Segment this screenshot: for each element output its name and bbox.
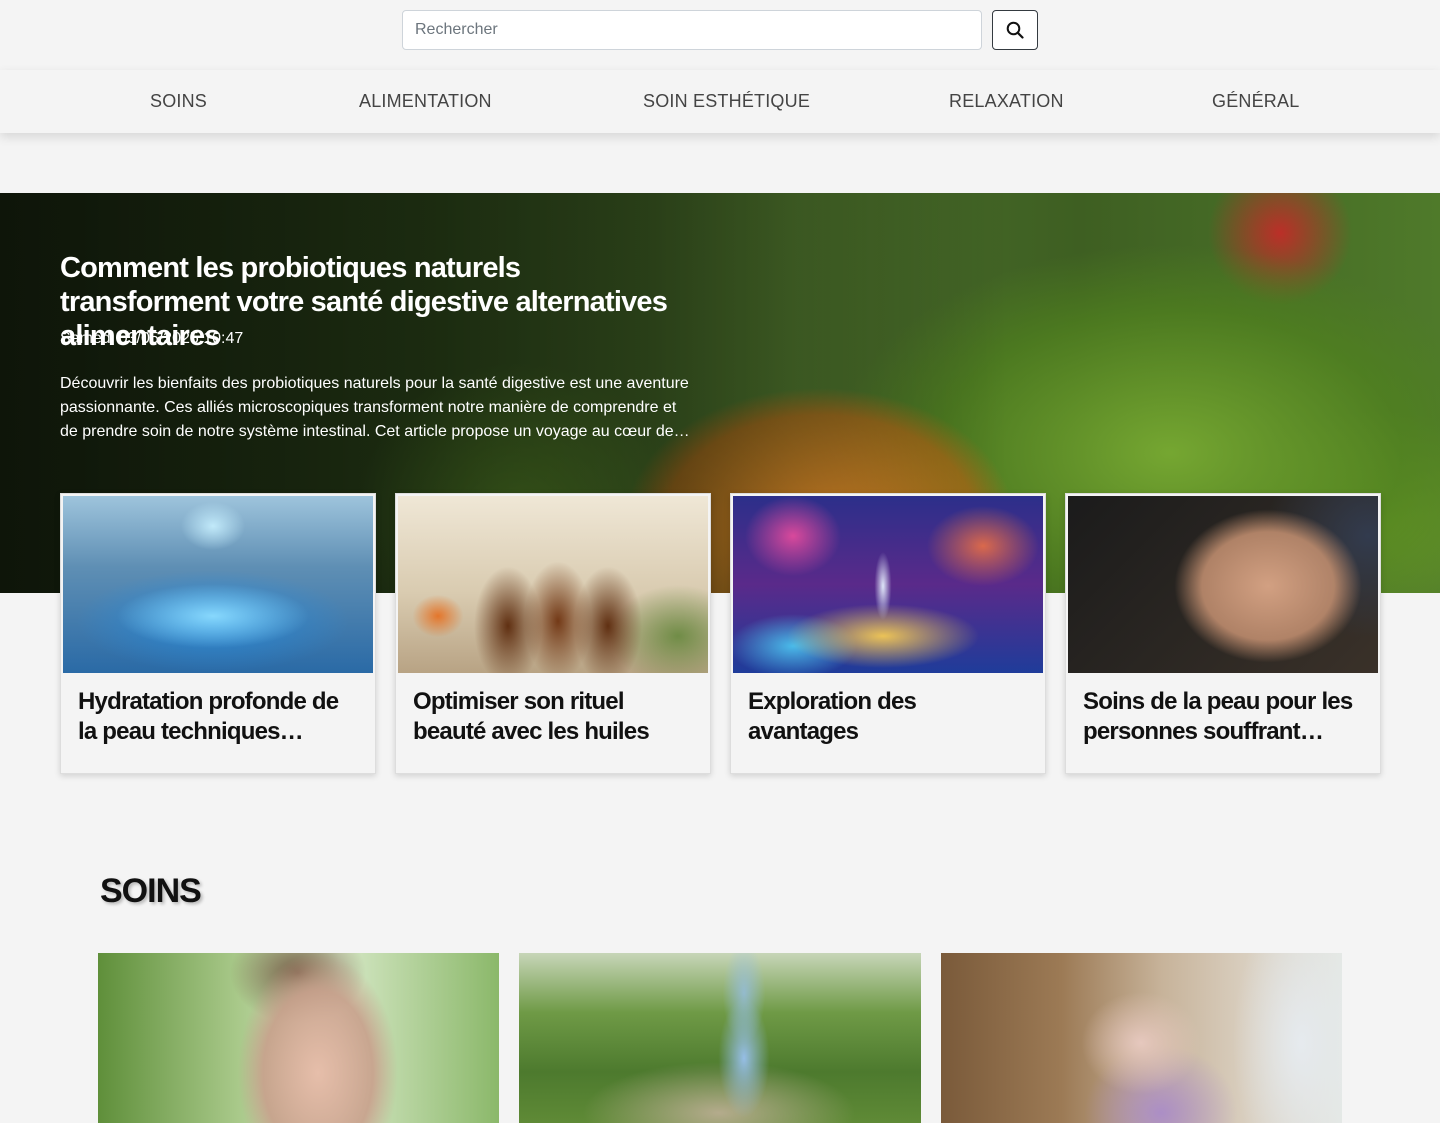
nav-item-general[interactable]: GÉNÉRAL [1212,70,1299,133]
nav-item-alimentation[interactable]: ALIMENTATION [359,70,492,133]
article-image[interactable] [519,953,921,1123]
featured-card[interactable]: Exploration des avantages psychologiques… [730,493,1046,774]
featured-card[interactable]: Hydratation profonde de la peau techniqu… [60,493,376,774]
card-title[interactable]: Soins de la peau pour les personnes souf… [1083,687,1365,747]
main-nav: SOINS ALIMENTATION SOIN ESTHÉTIQUE RELAX… [0,70,1440,133]
card-image[interactable] [398,496,708,673]
article-image[interactable] [941,953,1342,1123]
search-icon [1006,21,1024,39]
hero-excerpt: Découvrir les bienfaits des probiotiques… [60,375,690,440]
card-title[interactable]: Hydratation profonde de la peau techniqu… [78,687,360,747]
card-image[interactable] [63,496,373,673]
search-bar [402,10,1038,50]
card-image[interactable] [733,496,1043,673]
nav-item-relaxation[interactable]: RELAXATION [949,70,1064,133]
article-image[interactable] [98,953,499,1123]
nav-item-soins[interactable]: SOINS [150,70,207,133]
search-button[interactable] [992,10,1038,50]
section-title: SOINS [100,872,202,910]
featured-card[interactable]: Optimiser son rituel beauté avec les hui… [395,493,711,774]
card-title[interactable]: Optimiser son rituel beauté avec les hui… [413,687,695,747]
card-image[interactable] [1068,496,1378,673]
featured-card[interactable]: Soins de la peau pour les personnes souf… [1065,493,1381,774]
card-title[interactable]: Exploration des avantages psychologiques… [748,687,1030,747]
hero-date: Samedi 03/05/2025 10:47 [60,330,244,347]
search-input[interactable] [402,10,982,50]
nav-item-soin-esthetique[interactable]: SOIN ESTHÉTIQUE [643,70,810,133]
